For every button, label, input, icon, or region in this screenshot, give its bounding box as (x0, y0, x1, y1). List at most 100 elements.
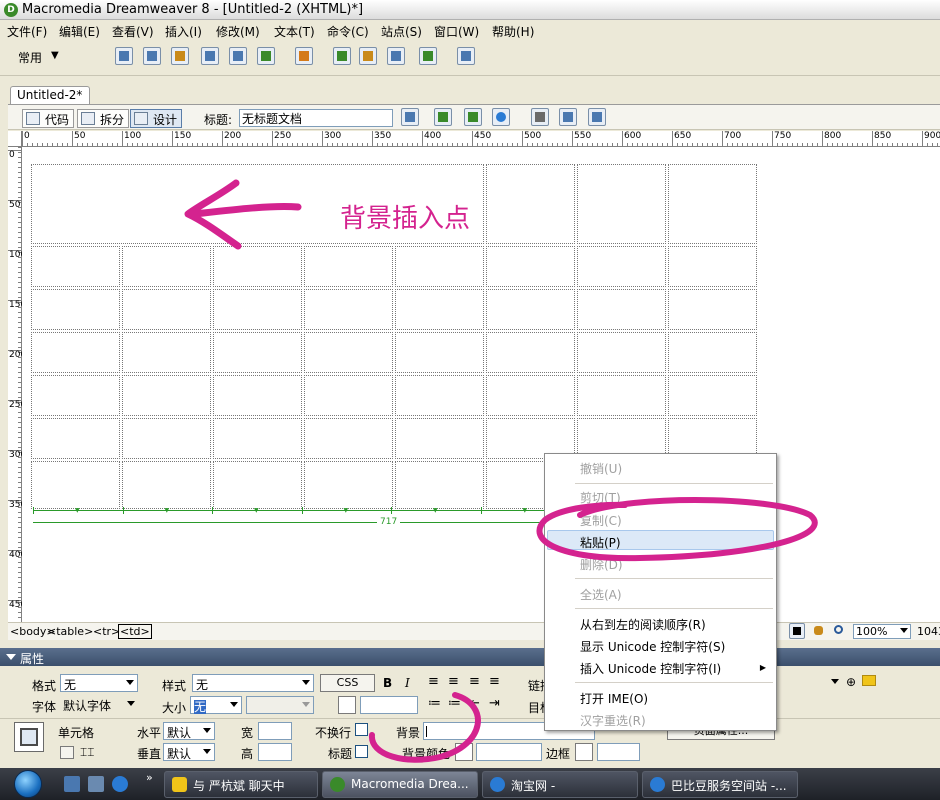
menu-paste[interactable]: 粘贴(P) (580, 534, 621, 551)
table-cell[interactable] (304, 332, 393, 373)
table-cell[interactable] (304, 461, 393, 509)
split-cell-icon[interactable]: ⌶⌶ (80, 745, 94, 760)
ruler-origin[interactable] (8, 131, 22, 147)
menu-open-ime[interactable]: 打开 IME(O) (580, 690, 648, 707)
hyperlink-icon[interactable] (115, 47, 133, 65)
column-menu-arrow-icon[interactable]: ▼ (254, 507, 259, 514)
start-button[interactable] (8, 768, 48, 800)
bgcolor-input[interactable] (476, 743, 542, 761)
css-button[interactable]: CSS (320, 674, 375, 692)
menu-rtl-reading[interactable]: 从右到左的阅读顺序(R) (580, 616, 706, 633)
zoom-tool-icon[interactable] (832, 623, 848, 639)
menu-delete[interactable]: 删除(D) (580, 556, 623, 573)
menu-copy[interactable]: 复制(C) (580, 512, 622, 529)
font-select[interactable]: 默认字体 (60, 696, 138, 714)
table-cell[interactable] (577, 332, 666, 373)
validate-icon[interactable] (401, 108, 419, 126)
size-unit-select[interactable] (246, 696, 314, 714)
menu-commands[interactable]: 命令(C) (327, 23, 369, 40)
file-management-icon[interactable] (434, 108, 452, 126)
menu-insert[interactable]: 插入(I) (165, 23, 202, 40)
templates-icon[interactable] (419, 47, 437, 65)
column-menu-arrow-icon[interactable]: ▼ (523, 507, 528, 514)
table-cell[interactable] (668, 375, 757, 416)
table-cell[interactable] (122, 375, 211, 416)
style-select[interactable]: 无 (192, 674, 314, 692)
text-color-input[interactable] (360, 696, 418, 714)
table-cell[interactable] (31, 461, 120, 509)
table-cell[interactable] (668, 289, 757, 330)
tag-td[interactable]: <td> (118, 624, 152, 639)
table-cell[interactable] (31, 332, 120, 373)
document-tab[interactable]: Untitled-2* (10, 86, 90, 104)
table-cell[interactable] (395, 375, 484, 416)
split-view-button[interactable]: 拆分 (77, 109, 130, 128)
menu-undo[interactable]: 撤销(U) (580, 460, 622, 477)
menu-select-all[interactable]: 全选(A) (580, 586, 622, 603)
table-cell[interactable] (122, 246, 211, 287)
table-cell[interactable] (213, 332, 302, 373)
table-cell[interactable] (213, 418, 302, 459)
menu-reconversion[interactable]: 汉字重选(R) (580, 712, 646, 729)
menu-site[interactable]: 站点(S) (381, 23, 422, 40)
table-cell[interactable] (395, 289, 484, 330)
table-cell[interactable] (668, 246, 757, 287)
table-cell[interactable] (486, 332, 575, 373)
taskbar-button-dreamweaver[interactable]: Macromedia Drea... (322, 771, 478, 798)
cell-width-input[interactable] (258, 722, 292, 740)
zoom-select[interactable]: 100% (853, 624, 911, 639)
cell-height-input[interactable] (258, 743, 292, 761)
table-cell[interactable] (577, 375, 666, 416)
insert-category-select[interactable]: 常用 (18, 49, 42, 66)
border-color-swatch[interactable] (575, 743, 593, 761)
email-link-icon[interactable] (143, 47, 161, 65)
design-view-canvas[interactable]: 717 ▼▼▼▼▼▼▼▼ (22, 147, 940, 622)
tag-table[interactable]: <table> (47, 625, 93, 638)
table-cell[interactable] (31, 375, 120, 416)
menu-window[interactable]: 窗口(W) (434, 23, 479, 40)
menu-text[interactable]: 文本(T) (274, 23, 315, 40)
table-cell[interactable] (31, 289, 120, 330)
table-cell[interactable] (304, 289, 393, 330)
italic-button[interactable]: I (405, 676, 410, 690)
quick-launch-overflow-icon[interactable]: » (146, 771, 153, 784)
tag-tr[interactable]: <tr> (93, 625, 120, 638)
table-cell[interactable] (577, 289, 666, 330)
table-cell[interactable] (122, 332, 211, 373)
table-cell[interactable] (213, 375, 302, 416)
indent-icon[interactable]: ⇥ (489, 696, 500, 711)
format-select[interactable]: 无 (60, 674, 138, 692)
switch-windows-icon[interactable] (88, 776, 104, 792)
table-cell[interactable] (668, 164, 757, 244)
table-cell[interactable] (577, 246, 666, 287)
properties-panel-header[interactable]: 属性 (0, 648, 940, 666)
code-view-button[interactable]: 代码 (22, 109, 75, 128)
table-cell[interactable] (31, 418, 120, 459)
table-width-label[interactable]: 717 (377, 517, 401, 527)
table-cell[interactable] (486, 289, 575, 330)
table-cell[interactable] (668, 332, 757, 373)
table-cell[interactable] (304, 418, 393, 459)
hand-tool-icon[interactable] (811, 623, 827, 639)
column-menu-arrow-icon[interactable]: ▼ (75, 507, 80, 514)
bold-button[interactable]: B (383, 676, 392, 690)
show-desktop-icon[interactable] (64, 776, 80, 792)
window-size-readout[interactable]: 1043 (917, 625, 940, 638)
table-cell[interactable] (122, 418, 211, 459)
named-anchor-icon[interactable] (171, 47, 189, 65)
table-icon[interactable] (201, 47, 219, 65)
table-cell[interactable] (395, 332, 484, 373)
taskbar-button-babidou[interactable]: 巴比豆服务空间站 -... (642, 771, 798, 798)
table-cell[interactable] (304, 375, 393, 416)
table-cell[interactable] (486, 164, 575, 244)
table-cell[interactable] (486, 246, 575, 287)
vert-select[interactable]: 默认 (163, 743, 215, 761)
table-cell[interactable] (395, 418, 484, 459)
layer-icon[interactable] (229, 47, 247, 65)
ie-quicklaunch-icon[interactable] (112, 776, 128, 792)
menu-show-unicode[interactable]: 显示 Unicode 控制字符(S) (580, 638, 725, 655)
horz-select[interactable]: 默认 (163, 722, 215, 740)
table-cell[interactable] (213, 289, 302, 330)
select-tool-icon[interactable] (789, 623, 805, 639)
collapse-triangle-icon[interactable] (6, 654, 16, 660)
